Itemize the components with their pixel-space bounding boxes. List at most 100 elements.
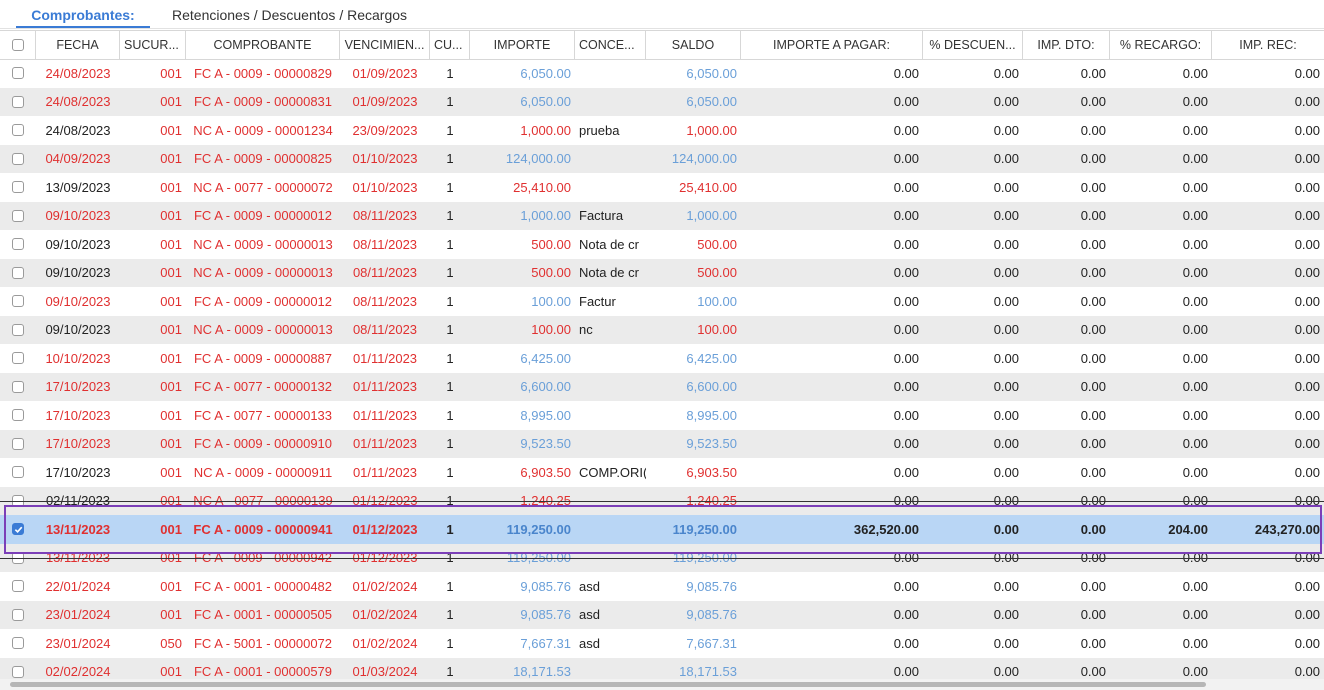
cell-importe: 500.00 [531,265,571,281]
row-checkbox[interactable] [0,344,36,373]
cell-sucursal: 001 [160,521,182,537]
column-header-saldo[interactable]: SALDO [646,31,741,59]
table-row[interactable]: 17/10/2023 001 FC A - 0009 - 00000910 01/11… [0,429,1324,459]
cell-importe: 1,000.00 [520,208,571,224]
table-row[interactable]: 22/01/2024 001 FC A - 0001 - 00000482 01/02… [0,572,1324,601]
table-row[interactable]: 02/11/2023 001 NC A - 0077 - 00000139 01/12… [0,486,1324,515]
column-header-imp-dto[interactable]: IMP. DTO: [1023,31,1110,59]
tab-comprobantes[interactable]: Comprobantes: [16,0,150,28]
table-row[interactable]: 17/10/2023 001 FC A - 0077 - 00000133 01/11… [0,401,1324,430]
table-row[interactable]: 24/08/2023 001 FC A - 0009 - 00000831 01/09… [0,87,1324,117]
table-row[interactable]: 09/10/2023 001 FC A - 0009 - 00000012 08/11… [0,287,1324,316]
cell-vencimiento: 08/11/2023 [352,208,418,224]
row-checkbox[interactable] [0,515,36,544]
cell-sucursal: 001 [160,322,182,338]
table-row[interactable]: 13/11/2023 001 FC A - 0009 - 00000941 01/12… [0,515,1324,544]
cell-pct-recargo: 0.00 [1182,635,1208,651]
table-row[interactable]: 09/10/2023 001 NC A - 0009 - 00000013 08/11… [0,258,1324,288]
select-all-checkbox[interactable] [0,31,36,59]
row-checkbox[interactable] [0,287,36,316]
cell-saldo: 500.00 [697,265,737,281]
column-header-fecha[interactable]: FECHA [36,31,120,59]
row-checkbox[interactable] [0,572,36,601]
cell-fecha: 10/10/2023 [45,350,111,366]
row-checkbox[interactable] [0,601,36,630]
cell-pct-descuento: 0.00 [993,464,1019,480]
cell-importe: 6,600.00 [520,379,571,395]
cell-saldo: 6,903.50 [686,464,737,480]
column-header-comprobante[interactable]: COMPROBANTE [186,31,340,59]
table-row[interactable]: 23/01/2024 050 FC A - 5001 - 00000072 01/02… [0,629,1324,658]
cell-comprobante: NC A - 0009 - 00001234 [193,122,333,138]
cell-importe: 6,050.00 [520,65,571,81]
row-checkbox[interactable] [0,430,36,459]
column-header-importe-a-pagar[interactable]: IMPORTE A PAGAR: [741,31,923,59]
column-header-importe[interactable]: IMPORTE [470,31,575,59]
cell-importe-a-pagar: 0.00 [893,578,919,594]
table-row[interactable]: 09/10/2023 001 NC A - 0009 - 00000013 08/11… [0,230,1324,259]
cell-saldo: 124,000.00 [671,151,737,167]
row-checkbox[interactable] [0,88,36,117]
cell-vencimiento: 08/11/2023 [352,322,418,338]
cell-vencimiento: 01/02/2024 [352,578,418,594]
column-header-vencimiento[interactable]: VENCIMIEN... [340,31,430,59]
cell-imp-rec: 0.00 [1294,65,1320,81]
cell-fecha: 24/08/2023 [45,65,111,81]
cell-concepto [575,145,646,174]
column-header-sucursal[interactable]: SUCUR... [120,31,186,59]
row-checkbox[interactable] [0,316,36,345]
cell-comprobante: FC A - 0009 - 00000887 [193,350,333,366]
cell-vencimiento: 01/10/2023 [352,179,418,195]
row-checkbox[interactable] [0,259,36,288]
table-row[interactable]: 10/10/2023 001 FC A - 0009 - 00000887 01/11… [0,344,1324,373]
cell-pct-recargo: 0.00 [1182,578,1208,594]
row-checkbox[interactable] [0,116,36,145]
cell-pct-recargo: 0.00 [1182,122,1208,138]
row-checkbox[interactable] [0,145,36,174]
row-checkbox[interactable] [0,230,36,259]
row-checkbox[interactable] [0,373,36,402]
row-checkbox[interactable] [0,629,36,658]
cell-importe: 6,050.00 [520,94,571,110]
cell-fecha: 17/10/2023 [45,464,111,480]
table-row[interactable]: 23/01/2024 001 FC A - 0001 - 00000505 01/02… [0,600,1324,630]
table-row[interactable]: 09/10/2023 001 FC A - 0009 - 00000012 08/11… [0,201,1324,231]
cell-cuota: 1 [446,521,454,537]
cell-fecha: 09/10/2023 [45,208,111,224]
table-row[interactable]: 17/10/2023 001 FC A - 0077 - 00000132 01/11… [0,372,1324,402]
table-row[interactable]: 17/10/2023 001 NC A - 0009 - 00000911 01/11… [0,458,1324,487]
cell-fecha: 23/01/2024 [45,607,111,623]
column-header-cuota[interactable]: CU... [430,31,470,59]
cell-comprobante: FC A - 0001 - 00000482 [193,578,333,594]
row-checkbox[interactable] [0,202,36,231]
checkbox-icon [12,67,24,80]
cell-vencimiento: 08/11/2023 [352,236,418,252]
table-row[interactable]: 24/08/2023 001 NC A - 0009 - 00001234 23/09… [0,116,1324,145]
table-row[interactable]: 04/09/2023 001 FC A - 0009 - 00000825 01/10… [0,144,1324,174]
column-header-concepto[interactable]: CONCE... [575,31,646,59]
row-checkbox[interactable] [0,173,36,202]
row-checkbox[interactable] [0,401,36,430]
table-row[interactable]: 13/11/2023 001 FC A - 0009 - 00000942 01/12… [0,543,1324,572]
row-checkbox[interactable] [0,59,36,88]
checkbox-icon [12,295,24,308]
column-header-pct-descuento[interactable]: % DESCUEN... [923,31,1023,59]
horizontal-scrollbar[interactable] [0,679,1324,690]
cell-importe-a-pagar: 0.00 [893,293,919,309]
table-row[interactable]: 24/08/2023 001 FC A - 0009 - 00000829 01/09… [0,59,1324,88]
table-row[interactable]: 09/10/2023 001 NC A - 0009 - 00000013 08/11… [0,315,1324,345]
column-header-imp-rec[interactable]: IMP. REC: [1212,31,1324,59]
cell-cuota: 1 [446,379,454,395]
cell-imp-rec: 0.00 [1294,635,1320,651]
cell-imp-rec: 0.00 [1294,607,1320,623]
cell-concepto: asd [579,635,600,651]
row-checkbox[interactable] [0,458,36,487]
cell-sucursal: 050 [160,635,182,651]
column-header-pct-recargo[interactable]: % RECARGO: [1110,31,1212,59]
cell-sucursal: 001 [160,151,182,167]
cell-importe-a-pagar: 0.00 [893,265,919,281]
table-row[interactable]: 13/09/2023 001 NC A - 0077 - 00000072 01/10… [0,173,1324,202]
tab-retenciones[interactable]: Retenciones / Descuentos / Recargos [172,0,432,26]
scrollbar-thumb[interactable] [10,682,1206,687]
cell-cuota: 1 [446,122,454,138]
